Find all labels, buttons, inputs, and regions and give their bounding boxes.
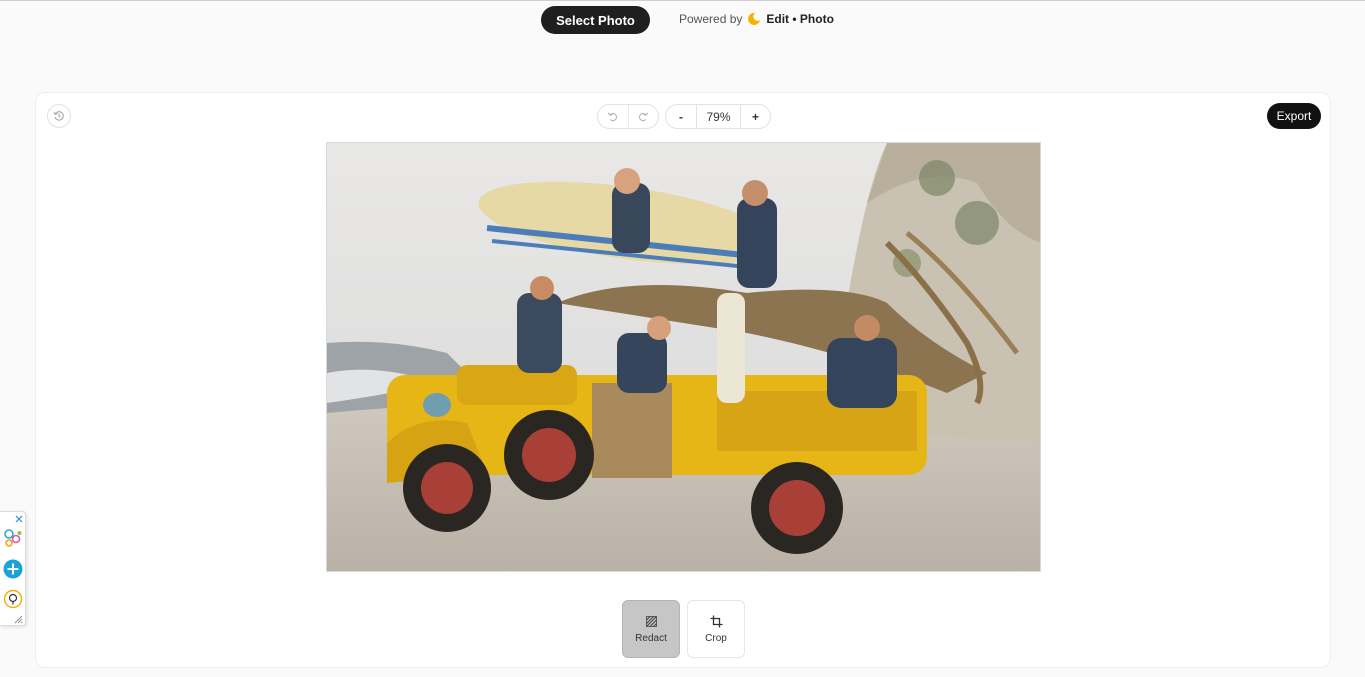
zoom-level: 79% (706, 109, 731, 124)
undo-button[interactable] (598, 105, 628, 128)
redo-button[interactable] (627, 105, 659, 128)
people-button[interactable] (2, 528, 23, 548)
resize-handle[interactable] (12, 613, 23, 624)
editor-panel: - 79% + Export Redact Crop (35, 92, 1331, 668)
top-border (0, 0, 1365, 3)
side-widget (0, 511, 26, 626)
undo-icon (608, 112, 618, 122)
powered-by-label: Powered by (679, 12, 743, 26)
photo-canvas[interactable] (326, 142, 1041, 572)
export-button[interactable]: Export (1267, 103, 1321, 129)
crop-label: Crop (705, 632, 727, 644)
redact-tool-button[interactable]: Redact (622, 600, 680, 658)
tool-bar: Redact Crop (622, 600, 745, 658)
crop-tool-button[interactable]: Crop (687, 600, 745, 658)
zoom-in-button[interactable]: + (740, 105, 770, 128)
close-icon (15, 515, 22, 522)
zoom-control: - 79% + (665, 104, 771, 129)
redact-icon (645, 615, 657, 627)
add-button[interactable] (2, 558, 23, 579)
people-icon (3, 529, 21, 547)
undo-redo-group (597, 104, 659, 129)
close-button[interactable] (13, 513, 24, 524)
powered-by: Powered by Edit • Photo (679, 12, 834, 26)
redact-label: Redact (635, 632, 667, 644)
resize-icon (14, 615, 22, 623)
pin-button[interactable] (2, 588, 23, 609)
crop-icon (710, 615, 722, 627)
plus-circle-icon (3, 559, 22, 578)
beach-truck-photo (327, 143, 1040, 571)
pin-icon (3, 589, 22, 608)
select-photo-button[interactable]: Select Photo (541, 6, 650, 34)
redo-icon (638, 112, 648, 122)
brand-name[interactable]: Edit • Photo (766, 12, 834, 26)
history-icon (53, 111, 64, 121)
history-button[interactable] (47, 104, 71, 128)
zoom-out-button[interactable]: - (666, 105, 697, 128)
brand-logo-icon (748, 12, 761, 25)
